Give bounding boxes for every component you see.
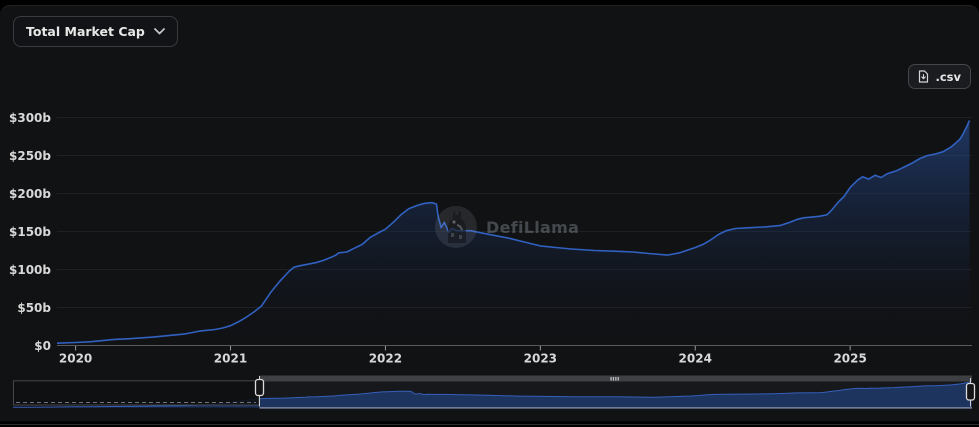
brush-unselected-region[interactable] <box>14 381 260 405</box>
csv-button-label: .csv <box>935 70 961 84</box>
svg-text:2020: 2020 <box>59 352 92 366</box>
svg-text:2025: 2025 <box>833 352 866 366</box>
svg-text:$200b: $200b <box>9 187 51 201</box>
x-axis-ticks <box>76 346 851 351</box>
svg-text:$250b: $250b <box>9 149 51 163</box>
metric-selector-label: Total Market Cap <box>26 24 145 39</box>
market-cap-area <box>57 121 970 346</box>
svg-text:2023: 2023 <box>524 352 557 366</box>
x-axis-labels: 2020 2021 2022 2023 2024 2025 <box>59 352 867 366</box>
svg-text:$0: $0 <box>34 339 51 353</box>
svg-text:2024: 2024 <box>679 352 712 366</box>
file-download-icon <box>918 70 929 83</box>
chevron-down-icon <box>154 28 165 35</box>
svg-text:$300b: $300b <box>9 111 51 125</box>
download-csv-button[interactable]: .csv <box>908 64 971 89</box>
timeline-brush[interactable] <box>13 376 975 409</box>
metric-selector-button[interactable]: Total Market Cap <box>13 16 178 47</box>
svg-text:2021: 2021 <box>214 352 247 366</box>
market-cap-chart[interactable]: $0 $50b $100b $150b $200b $250b $300b 2020 2021… <box>0 0 979 427</box>
y-axis-labels: $0 $50b $100b $150b $200b $250b $300b <box>9 111 51 353</box>
svg-text:2022: 2022 <box>369 352 402 366</box>
svg-text:$100b: $100b <box>9 263 51 277</box>
svg-text:$150b: $150b <box>9 225 51 239</box>
svg-text:$50b: $50b <box>17 301 51 315</box>
